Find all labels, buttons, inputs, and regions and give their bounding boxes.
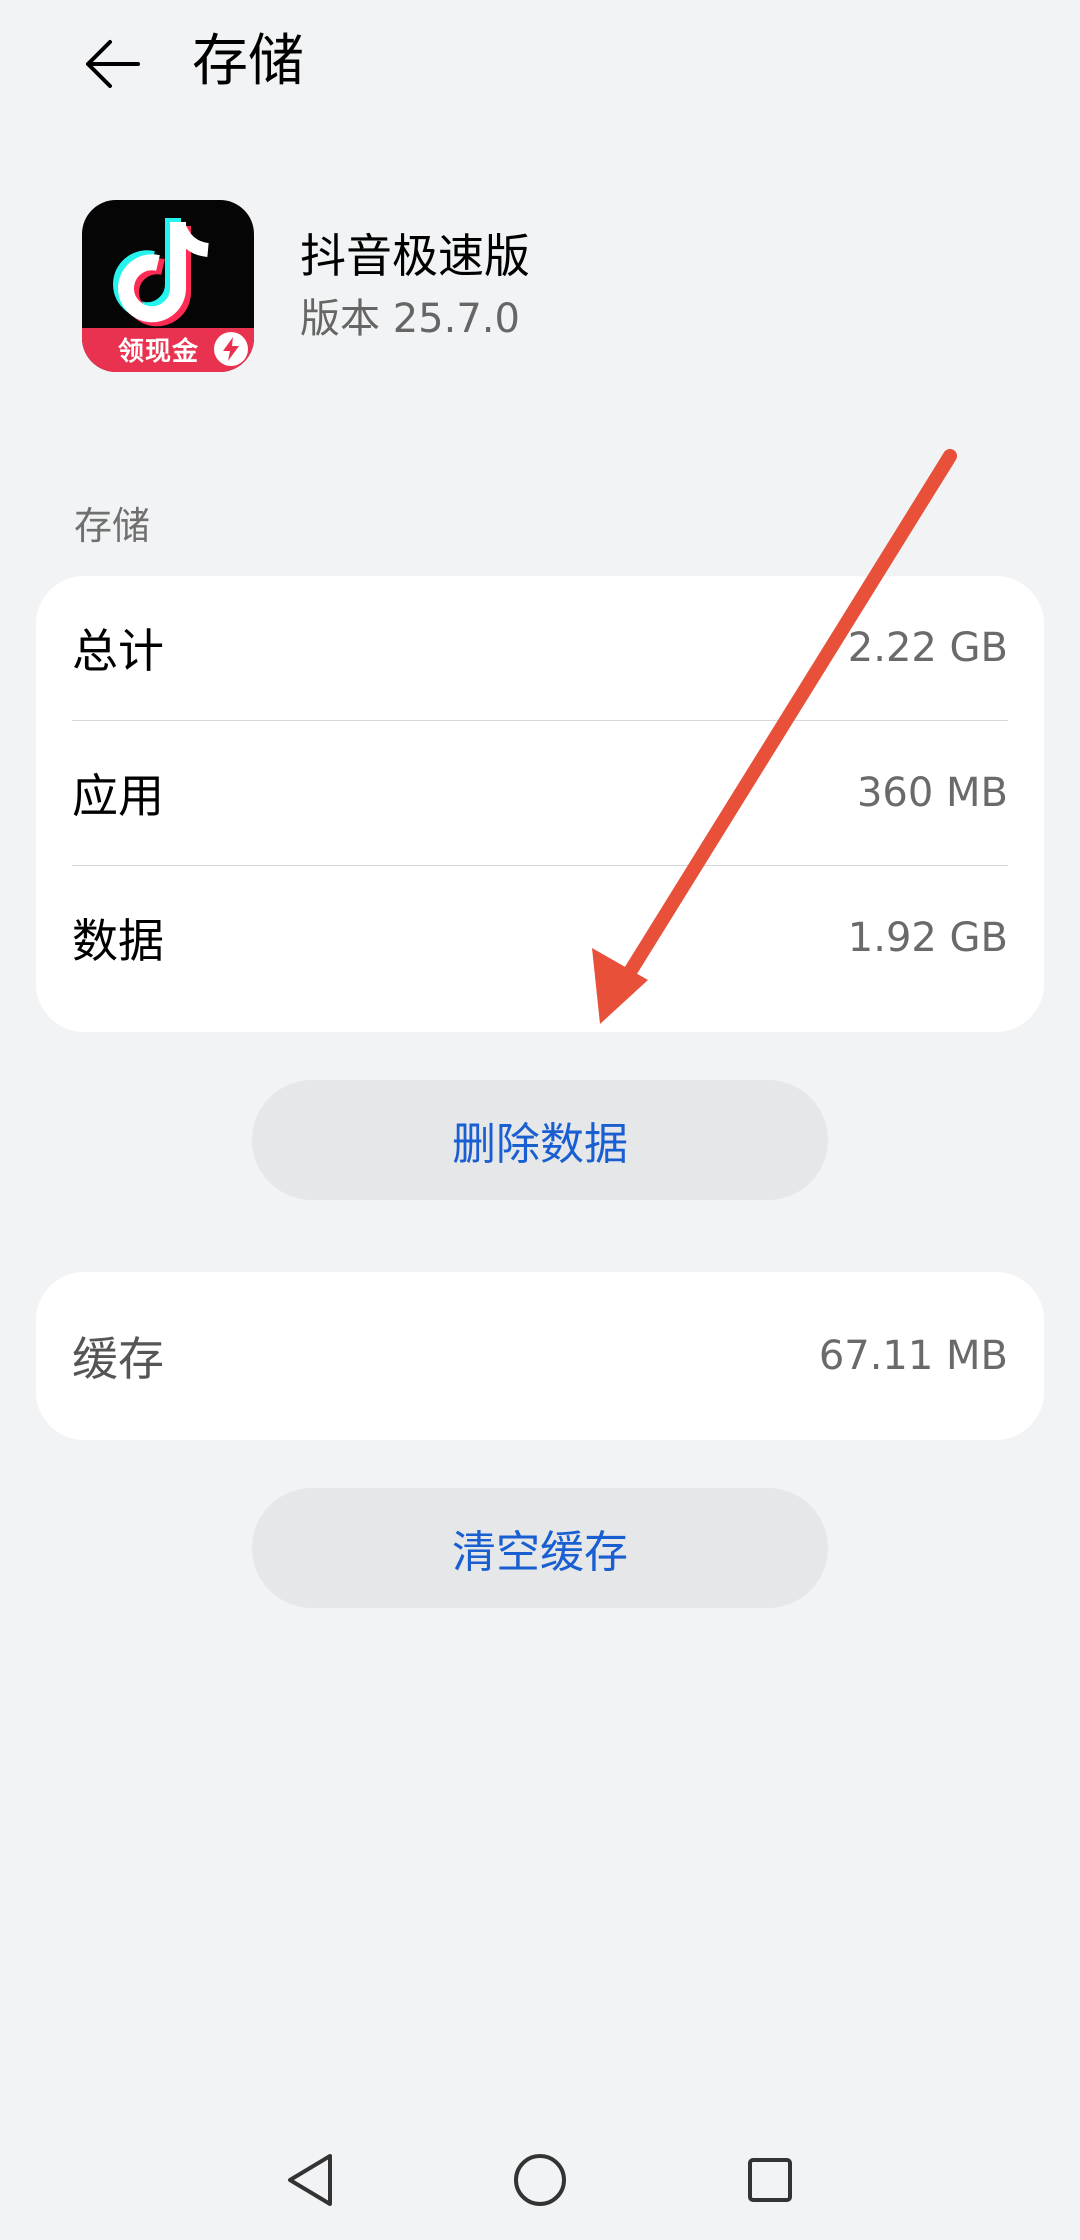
- storage-settings-page: 存储 领现金 抖音极速版 版本 25.7.0 存储 总计 2.22 GB 应用: [0, 0, 1080, 2240]
- app-icon: 领现金: [82, 200, 254, 372]
- tiktok-note-icon: [113, 218, 210, 327]
- row-value: 360 MB: [856, 770, 1008, 816]
- row-label: 应用: [72, 769, 164, 823]
- page-title: 存储: [192, 29, 304, 94]
- square-recent-icon: [748, 2158, 792, 2202]
- back-button[interactable]: [62, 14, 162, 114]
- app-name: 抖音极速版: [300, 229, 530, 283]
- triangle-back-icon: [288, 2154, 332, 2206]
- storage-section-label: 存储: [74, 504, 151, 548]
- row-value: 1.92 GB: [847, 915, 1008, 961]
- nav-back-button[interactable]: [260, 2130, 360, 2230]
- icon-badge-text: 领现金: [118, 337, 200, 367]
- storage-card: 总计 2.22 GB 应用 360 MB 数据 1.92 GB: [36, 576, 1044, 1032]
- storage-row-data: 数据 1.92 GB: [36, 866, 1044, 1010]
- clear-cache-button[interactable]: 清空缓存: [252, 1488, 828, 1608]
- row-label: 数据: [72, 914, 164, 968]
- cache-card: 缓存 67.11 MB: [36, 1272, 1044, 1440]
- nav-recent-button[interactable]: [720, 2130, 820, 2230]
- arrow-left-icon: [86, 40, 140, 88]
- row-value: 2.22 GB: [847, 625, 1008, 671]
- app-version: 版本 25.7.0: [300, 296, 520, 342]
- navigation-bar: [0, 2120, 1080, 2240]
- cache-value: 67.11 MB: [818, 1333, 1008, 1379]
- cache-row: 缓存 67.11 MB: [36, 1272, 1044, 1440]
- storage-row-app: 应用 360 MB: [36, 721, 1044, 865]
- nav-home-button[interactable]: [490, 2130, 590, 2230]
- storage-row-total: 总计 2.22 GB: [36, 576, 1044, 720]
- cache-label: 缓存: [72, 1332, 164, 1386]
- delete-data-button[interactable]: 删除数据: [252, 1080, 828, 1200]
- app-info: 领现金 抖音极速版 版本 25.7.0: [82, 200, 982, 376]
- circle-home-icon: [514, 2154, 566, 2206]
- header: 存储: [0, 0, 1080, 130]
- lightning-icon: [214, 332, 248, 366]
- row-label: 总计: [72, 624, 164, 678]
